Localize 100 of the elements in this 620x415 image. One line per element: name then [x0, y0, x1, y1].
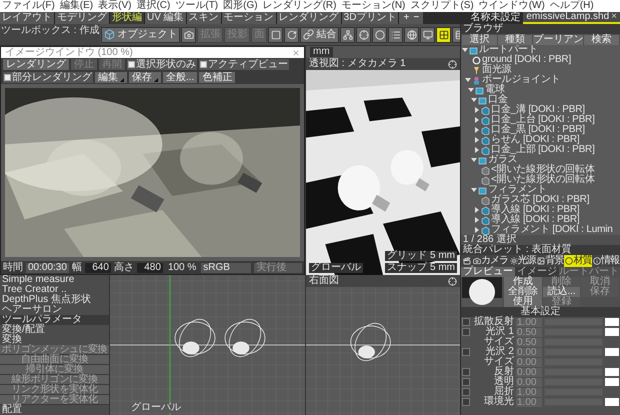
tree-item[interactable]: ガラス: [488, 155, 518, 165]
plugin-item[interactable]: Simple measure: [0, 275, 109, 285]
tree-item[interactable]: 面光源: [482, 65, 512, 75]
expand-arrow-icon[interactable]: [474, 137, 480, 143]
zoom-dropdown[interactable]: 100 %: [166, 262, 198, 272]
menu-item[interactable]: モーション(N): [341, 1, 406, 11]
expand-arrow-icon[interactable]: [474, 147, 480, 153]
checkbox[interactable]: [4, 74, 11, 81]
menu-item[interactable]: レンダリング(R): [262, 1, 336, 11]
menu-item[interactable]: ファイル(F): [2, 1, 55, 11]
checkbox[interactable]: [462, 398, 470, 406]
time-field[interactable]: 00:00:30: [26, 262, 69, 272]
browser-menu[interactable]: 種類: [498, 34, 532, 44]
tree-item[interactable]: ground [DOKI : PBR]: [482, 55, 572, 65]
expand-arrow-icon[interactable]: [471, 157, 477, 163]
tab-control[interactable]: −: [413, 13, 420, 23]
menu-item[interactable]: ツール(T): [175, 1, 218, 11]
color-space-dropdown[interactable]: sRGB: [201, 262, 252, 272]
browser-menu[interactable]: ブーリアン: [533, 34, 584, 44]
frame-icon[interactable]: [268, 26, 284, 42]
menu-button[interactable]: 編集: [95, 72, 127, 83]
color-swatch[interactable]: [605, 368, 619, 376]
menu-item[interactable]: 図形(G): [223, 1, 258, 11]
palette-tab[interactable]: 情報: [592, 255, 620, 267]
unit-dropdown[interactable]: mm: [310, 47, 333, 57]
tree-item[interactable]: 電球: [485, 85, 505, 95]
render-button[interactable]: 色補正: [199, 72, 236, 83]
camera-icon[interactable]: [181, 26, 196, 42]
tab-control[interactable]: +: [403, 13, 410, 23]
expand-arrow-icon[interactable]: [474, 107, 480, 113]
tree-item[interactable]: 口金_黒 [DOKI : PBR]: [491, 125, 585, 135]
node-graph-icon[interactable]: [340, 26, 356, 42]
palette-tab[interactable]: [461, 255, 472, 267]
color-swatch[interactable]: [605, 398, 619, 406]
object-button[interactable]: オブジェクト: [101, 26, 180, 42]
palette-tab[interactable]: 材質: [564, 255, 592, 267]
move-icon[interactable]: [448, 276, 457, 286]
expand-arrow-icon[interactable]: [474, 217, 480, 223]
grid-icon[interactable]: [436, 26, 452, 42]
tree-item[interactable]: フィラメント: [488, 185, 547, 195]
checkbox[interactable]: [462, 388, 470, 396]
workspace-tab[interactable]: スキン: [186, 12, 222, 24]
preview-tab[interactable]: イメージ: [515, 267, 559, 277]
browser-menu[interactable]: 検索: [584, 34, 620, 44]
workspace-tab[interactable]: 3Dプリント: [342, 12, 400, 24]
material-button[interactable]: 作成: [504, 277, 542, 287]
checkbox[interactable]: [128, 61, 135, 68]
plugin-item[interactable]: Tree Creator ..: [0, 285, 109, 295]
expand-arrow-icon[interactable]: [474, 207, 480, 213]
material-button[interactable]: 読込...: [542, 287, 580, 297]
expand-arrow-icon[interactable]: [462, 47, 468, 53]
expand-arrow-icon[interactable]: [468, 87, 474, 93]
workspace-tab[interactable]: 形状編: [110, 12, 145, 24]
plugin-item[interactable]: ヘアーサロン: [0, 305, 109, 315]
tree-item[interactable]: 口金_上台 [DOKI : PBR]: [491, 115, 595, 125]
section-header[interactable]: 基本設定: [461, 307, 620, 317]
crosshair-icon[interactable]: [356, 26, 372, 42]
tree-item[interactable]: 口金_溝 [DOKI : PBR]: [491, 105, 585, 115]
document-tab[interactable]: emissiveLamp.shd ×: [523, 12, 620, 24]
material-button[interactable]: 使用: [504, 297, 542, 307]
tree-item[interactable]: ボールジョイント: [482, 75, 560, 85]
palette-tab[interactable]: カメラ: [472, 255, 509, 267]
expand-arrow-icon[interactable]: [471, 97, 477, 103]
render-button[interactable]: レンダリング: [3, 59, 69, 70]
menu-item[interactable]: ウインドウ(W): [478, 1, 545, 11]
move-icon[interactable]: [448, 60, 457, 68]
checkbox[interactable]: [462, 378, 470, 386]
palette-tab[interactable]: 光源: [508, 255, 537, 267]
render-button[interactable]: 全般...: [163, 72, 198, 83]
monitor-icon[interactable]: [420, 26, 436, 42]
slider-track[interactable]: [544, 318, 603, 326]
browser-menu[interactable]: 選択: [462, 34, 497, 44]
menu-item[interactable]: 選択(C): [136, 1, 170, 11]
menu-item[interactable]: 表示(V): [98, 1, 132, 11]
expand-arrow-icon[interactable]: [474, 227, 480, 233]
color-swatch[interactable]: [605, 318, 619, 326]
view-title[interactable]: 右面図: [309, 276, 339, 286]
color-swatch[interactable]: [605, 378, 619, 386]
tree-item[interactable]: 導入線 [DOKI : PBR]: [491, 205, 580, 215]
expand-arrow-icon[interactable]: [471, 187, 477, 193]
checkbox[interactable]: [462, 318, 470, 326]
workspace-tab[interactable]: モーション: [222, 12, 277, 24]
tree-item[interactable]: らせん [DOKI : PBR]: [491, 135, 580, 145]
expand-arrow-icon[interactable]: [465, 77, 471, 83]
color-swatch[interactable]: [605, 328, 619, 336]
checkbox[interactable]: [462, 368, 470, 376]
width-field[interactable]: 640: [84, 262, 111, 272]
plugin-item[interactable]: DepthPlus 焦点形状: [0, 295, 109, 305]
tree-item[interactable]: 口金_上部 [DOKI : PBR]: [491, 145, 595, 155]
tree-item[interactable]: <開いた線形状の回転体: [491, 165, 595, 175]
expand-arrow-icon[interactable]: [474, 117, 480, 123]
combine-button[interactable]: 結合: [300, 26, 340, 42]
preview-tab[interactable]: プレビュー: [461, 267, 515, 277]
tree-item[interactable]: 導入線 [DOKI : PBR]: [491, 215, 580, 225]
checkbox[interactable]: [200, 61, 207, 68]
workspace-tab[interactable]: レンダリング: [276, 12, 342, 24]
tree-item[interactable]: <開いた線形状の回転体: [491, 175, 595, 185]
workspace-tab[interactable]: モデリング: [55, 12, 110, 24]
tree-item[interactable]: 口金: [488, 95, 508, 105]
menu-item[interactable]: 編集(E): [60, 1, 94, 11]
